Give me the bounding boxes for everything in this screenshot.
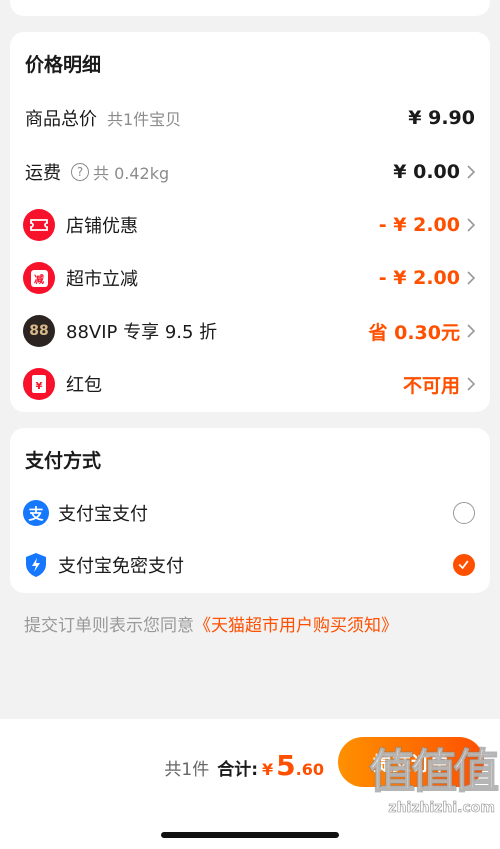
shop-discount-row[interactable]: 店铺优惠 - ¥ 2.00 [10,205,490,245]
chevron-right-icon [467,218,476,232]
alipay-nopwd-label: 支付宝免密支付 [58,556,184,577]
total-amount-int: 5 [276,749,296,782]
chevron-right-icon [467,271,476,285]
market-reduce-icon: 减 [23,262,55,294]
shipping-weight: 共 0.42kg [93,164,170,183]
total-amount-dec: .60 [295,760,324,779]
shop-discount-label: 店铺优惠 [66,216,138,237]
chevron-right-icon [467,377,476,391]
alipay-label: 支付宝支付 [58,504,148,525]
goods-total-value: ¥ 9.90 [408,107,475,129]
price-detail-card: 价格明细 商品总价 共1件宝贝 ¥ 9.90 运费 ? 共 0.42kg ¥ 0… [10,32,490,412]
shipping-label: 运费 [25,163,61,184]
red-packet-icon: ¥ [23,368,55,400]
payment-option-alipay-nopwd[interactable]: 支付宝免密支付 [10,545,490,585]
agreement-link[interactable]: 《天猫超市用户购买须知》 [194,616,398,636]
alipay-nopwd-radio[interactable] [453,554,475,576]
ticket-icon [23,209,55,241]
vip-discount-label: 88VIP 专享 9.5 折 [66,322,218,343]
shop-discount-value: - ¥ 2.00 [378,214,460,236]
alipay-icon: 支 [23,500,49,526]
payment-option-alipay[interactable]: 支 支付宝支付 [10,493,490,533]
question-icon[interactable]: ? [71,163,89,181]
goods-total-label: 商品总价 [25,109,97,130]
alipay-shield-icon [23,552,49,578]
red-packet-glyph: ¥ [32,375,46,393]
shipping-value: ¥ 0.00 [393,161,460,183]
market-discount-label: 超市立减 [66,269,138,290]
alipay-glyph: 支 [23,500,49,526]
checkout-bar: 共1件 合计: ¥ 5 .60 提交订单 [0,719,500,849]
total-currency: ¥ [262,760,274,779]
red-packet-value: 不可用 [402,374,460,397]
payment-method-title: 支付方式 [25,450,102,472]
chevron-right-icon [467,165,476,179]
agreement-text: 提交订单则表示您同意《天猫超市用户购买须知》 [24,611,398,636]
vip88-icon: 88 [23,315,55,347]
goods-total-row: 商品总价 共1件宝贝 ¥ 9.90 [10,98,490,138]
alipay-radio[interactable] [453,502,475,524]
total-count: 共1件 [164,760,210,780]
previous-card [10,0,490,16]
agreement-prefix: 提交订单则表示您同意 [24,616,194,636]
vip-discount-row[interactable]: 88 88VIP 专享 9.5 折 省 0.30元 [10,311,490,351]
payment-method-card: 支付方式 支 支付宝支付 支付宝免密支付 [10,428,490,593]
market-discount-value: - ¥ 2.00 [378,267,460,289]
home-indicator [161,832,339,838]
goods-count: 共1件宝贝 [107,110,182,129]
total-label: 合计: [217,760,259,780]
chevron-right-icon [467,324,476,338]
red-packet-row[interactable]: ¥ 红包 不可用 [10,364,490,404]
total-summary: 共1件 合计: ¥ 5 .60 [164,749,324,782]
vip-discount-value: 省 0.30元 [368,321,461,344]
red-packet-label: 红包 [66,375,102,396]
shipping-row[interactable]: 运费 ? 共 0.42kg ¥ 0.00 [10,152,490,192]
submit-order-button[interactable]: 提交订单 [338,737,484,787]
price-detail-title: 价格明细 [25,54,102,76]
market-discount-row[interactable]: 减 超市立减 - ¥ 2.00 [10,258,490,298]
market-reduce-glyph: 减 [30,269,48,287]
